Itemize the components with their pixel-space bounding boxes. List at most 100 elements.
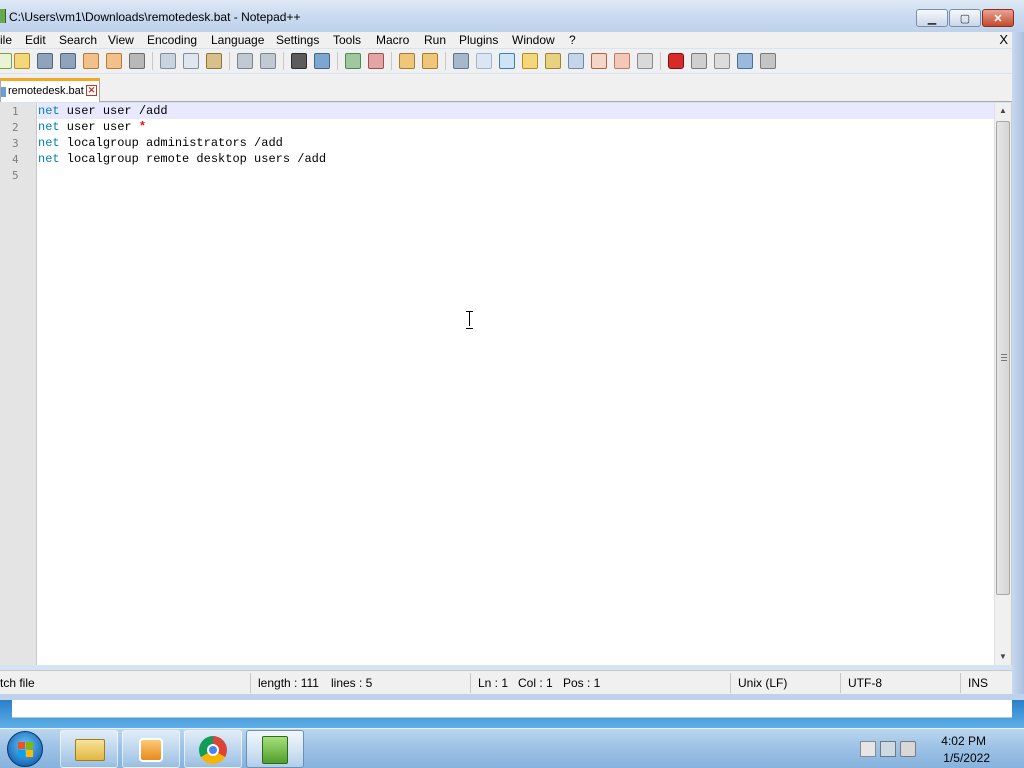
redo-icon[interactable] [260,53,276,69]
action-center-icon[interactable] [860,741,876,757]
menu-run[interactable]: Run [424,33,446,47]
code-line[interactable] [38,167,994,183]
title-bar: C:\Users\vm1\Downloads\remotedesk.bat - … [0,0,1024,32]
close-icon[interactable] [83,53,99,69]
indent-guide-icon[interactable] [499,53,515,69]
menu-window[interactable]: Window [512,33,555,47]
code-text: user user /add [59,104,168,118]
sync-horizontal-icon[interactable] [422,53,438,69]
taskbar-notepad-plus-plus[interactable] [246,730,304,768]
menu-file[interactable]: ile [0,33,12,47]
menu-view[interactable]: View [108,33,134,47]
clock-time[interactable]: 4:02 PM [941,734,986,748]
close-all-icon[interactable] [106,53,122,69]
line-number-gutter: 1 2 3 4 5 [0,103,37,665]
toolbar-separator [152,52,153,70]
save-macro-icon[interactable] [760,53,776,69]
show-all-chars-icon[interactable] [476,53,492,69]
code-line[interactable]: net localgroup remote desktop users /add [38,151,994,167]
code-line[interactable]: net localgroup administrators /add [38,135,994,151]
tab-remotedesk-bat[interactable]: remotedesk.bat ✕ [0,78,100,102]
run-macro-multiple-icon[interactable] [737,53,753,69]
menu-tools[interactable]: Tools [333,33,361,47]
operator: * [138,120,147,134]
status-bar: tch file length : 111 lines : 5 Ln : 1 C… [0,670,1012,694]
status-eol: Unix (LF) [738,676,788,690]
line-number: 4 [12,153,19,166]
status-separator [250,673,251,693]
maximize-button[interactable]: ▢ [949,9,981,27]
menu-edit[interactable]: Edit [25,33,46,47]
vertical-scrollbar[interactable]: ▲ ▼ [994,103,1011,665]
start-button[interactable] [7,731,43,767]
scrollbar-thumb[interactable] [996,121,1010,595]
print-icon[interactable] [129,53,145,69]
windows-logo-icon [18,742,34,758]
taskbar-chrome[interactable] [184,730,242,768]
close-button[interactable]: ✕ [982,9,1014,27]
paste-icon[interactable] [206,53,222,69]
replace-icon[interactable] [314,53,330,69]
open-file-icon[interactable] [14,53,30,69]
network-icon[interactable] [880,741,896,757]
grip-icon [1001,354,1007,361]
stop-record-icon[interactable] [691,53,707,69]
zoom-out-icon[interactable] [368,53,384,69]
close-document-button[interactable]: X [999,32,1008,47]
file-icon [1,87,6,97]
menu-search[interactable]: Search [59,33,97,47]
user-lang-icon[interactable] [522,53,538,69]
code-line[interactable]: net user user /add [38,103,994,119]
status-separator [470,673,471,693]
copy-icon[interactable] [183,53,199,69]
line-number: 3 [12,137,19,150]
taskbar-explorer[interactable] [60,730,118,768]
undo-icon[interactable] [237,53,253,69]
minimize-button[interactable]: ▁ [916,9,948,27]
menu-settings[interactable]: Settings [276,33,319,47]
code-text: localgroup remote desktop users /add [59,152,327,166]
text-cursor-icon [466,311,474,329]
save-icon[interactable] [37,53,53,69]
status-column: Col : 1 [518,676,553,690]
menu-encoding[interactable]: Encoding [147,33,197,47]
play-macro-icon[interactable] [714,53,730,69]
zoom-in-icon[interactable] [345,53,361,69]
code-text: localgroup administrators /add [59,136,283,150]
folder-workspace-icon[interactable] [614,53,630,69]
find-icon[interactable] [291,53,307,69]
explorer-icon [75,739,105,761]
status-separator [840,673,841,693]
menu-help[interactable]: ? [569,33,576,47]
menu-plugins[interactable]: Plugins [459,33,498,47]
word-wrap-icon[interactable] [453,53,469,69]
doc-map-icon[interactable] [545,53,561,69]
chrome-icon [199,736,227,764]
record-macro-icon[interactable] [668,53,684,69]
keyword: net [38,104,60,118]
scroll-down-arrow-icon[interactable]: ▼ [995,649,1011,665]
menu-macro[interactable]: Macro [376,33,409,47]
monitoring-icon[interactable] [637,53,653,69]
taskbar: 4:02 PM 1/5/2022 [0,728,1024,768]
toolbar-separator [283,52,284,70]
new-file-icon[interactable] [0,53,12,69]
volume-icon[interactable] [900,741,916,757]
taskbar-media-player[interactable] [122,730,180,768]
menu-language[interactable]: Language [211,33,264,47]
status-line: Ln : 1 [478,676,509,690]
doc-list-icon[interactable] [568,53,584,69]
clock-date[interactable]: 1/5/2022 [943,751,990,765]
status-length: length : 111 [258,676,319,690]
sync-vertical-icon[interactable] [399,53,415,69]
background-window [12,700,1012,718]
scroll-up-arrow-icon[interactable]: ▲ [995,103,1011,119]
save-all-icon[interactable] [60,53,76,69]
tab-bar: remotedesk.bat ✕ [0,74,1012,102]
code-line[interactable]: net user user * [38,119,994,135]
cut-icon[interactable] [160,53,176,69]
toolbar-separator [660,52,661,70]
function-list-icon[interactable] [591,53,607,69]
editor[interactable]: 1 2 3 4 5 net user user /add net user us… [0,103,1012,665]
tab-close-icon[interactable]: ✕ [86,85,97,96]
